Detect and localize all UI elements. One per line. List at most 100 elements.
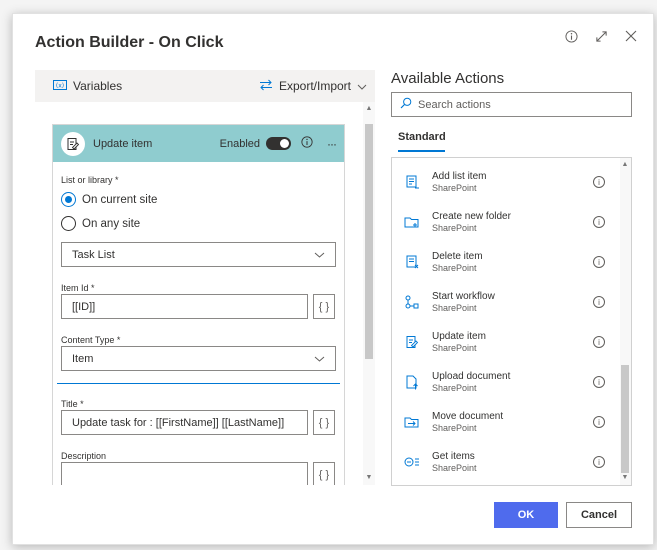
chevron-down-icon (314, 353, 325, 365)
expand-icon[interactable] (593, 28, 609, 44)
available-actions-title: Available Actions (391, 70, 505, 87)
content-type-label: Content Type * (61, 335, 121, 345)
radio-current-site-button[interactable] (61, 192, 76, 207)
variables-button[interactable]: (x) Variables (53, 79, 122, 93)
action-name: Create new folder (432, 211, 511, 222)
action-create-new-folder[interactable]: Create new folder SharePoint i (392, 202, 617, 242)
update-item-action-card: Update item Enabled ··· List or library … (52, 124, 345, 485)
action-update-item[interactable]: Update item SharePoint i (392, 322, 617, 362)
radio-current-site[interactable]: On current site (61, 192, 157, 207)
action-name: Delete item (432, 251, 483, 262)
search-actions-placeholder: Search actions (418, 98, 491, 111)
svg-text:(x): (x) (56, 83, 64, 90)
action-info-icon[interactable]: i (593, 336, 605, 348)
dialog-title: Action Builder - On Click (35, 34, 224, 51)
action-source: SharePoint (432, 463, 477, 473)
radio-any-site-label: On any site (82, 217, 141, 230)
update-item-icon (392, 335, 432, 349)
more-options-icon[interactable]: ··· (327, 137, 337, 151)
action-source: SharePoint (432, 223, 477, 233)
move-document-icon (392, 416, 432, 429)
action-builder-dialog: Action Builder - On Click (x) Variables … (12, 13, 654, 545)
actions-list: ▲ ▼ Add list item SharePoint i Create new… (391, 157, 632, 486)
description-insert-reference-button[interactable]: { } (313, 462, 335, 485)
radio-current-site-label: On current site (82, 193, 158, 206)
section-divider (57, 383, 340, 384)
action-upload-document[interactable]: Upload document SharePoint i (392, 362, 617, 402)
scroll-up-arrow-icon[interactable]: ▲ (365, 105, 373, 113)
content-type-dropdown[interactable]: Item (61, 346, 336, 371)
title-insert-reference-button[interactable]: { } (313, 410, 335, 435)
variables-icon: (x) (53, 79, 67, 93)
item-id-insert-reference-button[interactable]: { } (313, 294, 335, 319)
title-input[interactable]: Update task for : [[FirstName]] [[LastNa… (61, 410, 308, 435)
list-library-label: List or library * (61, 175, 119, 185)
action-move-document[interactable]: Move document SharePoint i (392, 402, 617, 442)
cancel-button[interactable]: Cancel (566, 502, 632, 528)
content-type-value: Item (72, 352, 94, 365)
action-source: SharePoint (432, 263, 477, 273)
canvas-scrollbar[interactable]: ▲ ▼ (363, 102, 375, 485)
scroll-up-arrow-icon[interactable]: ▲ (621, 161, 629, 169)
list-dropdown[interactable]: Task List (61, 242, 336, 267)
enabled-label: Enabled (219, 137, 260, 150)
export-import-button[interactable]: Export/Import (259, 79, 367, 94)
delete-item-icon (392, 255, 432, 269)
action-add-list-item[interactable]: Add list item SharePoint i (392, 162, 617, 202)
swap-arrows-icon (259, 79, 273, 94)
action-start-workflow[interactable]: Start workflow SharePoint i (392, 282, 617, 322)
action-info-icon[interactable]: i (593, 216, 605, 228)
radio-any-site-button[interactable] (61, 216, 76, 231)
description-label: Description (61, 451, 107, 461)
chevron-down-icon (357, 79, 367, 93)
chevron-down-icon (314, 249, 325, 261)
dialog-window-controls (563, 28, 639, 44)
actions-scrollbar[interactable]: ▲ ▼ (620, 158, 631, 485)
scroll-down-arrow-icon[interactable]: ▼ (621, 474, 629, 482)
get-items-icon (392, 456, 432, 468)
item-id-input[interactable]: [[ID]] (61, 294, 308, 319)
action-source: SharePoint (432, 343, 477, 353)
close-icon[interactable] (623, 28, 639, 44)
upload-document-icon (392, 375, 432, 390)
actions-scroll-thumb[interactable] (621, 365, 629, 473)
action-get-items[interactable]: Get items SharePoint i (392, 442, 617, 482)
create-folder-icon (392, 216, 432, 229)
canvas-scroll-thumb[interactable] (365, 124, 373, 359)
action-info-icon[interactable]: i (593, 256, 605, 268)
card-header[interactable]: Update item Enabled ··· (53, 125, 344, 162)
action-info-icon[interactable]: i (593, 376, 605, 388)
tab-standard[interactable]: Standard (398, 131, 446, 143)
workflow-icon (392, 295, 432, 309)
action-name: Get items (432, 451, 475, 462)
action-source: SharePoint (432, 183, 477, 193)
variables-label: Variables (73, 79, 123, 93)
action-delete-item[interactable]: Delete item SharePoint i (392, 242, 617, 282)
action-source: SharePoint (432, 303, 477, 313)
list-dropdown-value: Task List (72, 248, 115, 261)
radio-any-site[interactable]: On any site (61, 216, 140, 231)
action-info-icon[interactable]: i (593, 296, 605, 308)
action-name: Start workflow (432, 291, 495, 302)
enabled-toggle[interactable] (266, 137, 291, 150)
action-name: Update item (432, 331, 486, 342)
action-info-icon[interactable]: i (593, 456, 605, 468)
export-import-label: Export/Import (278, 79, 351, 93)
action-info-icon[interactable]: i (593, 176, 605, 188)
builder-canvas: ▲ ▼ Update item Enabled ··· List or libr… (35, 102, 375, 485)
title-field-label: Title * (61, 399, 84, 409)
action-name: Add list item (432, 171, 487, 182)
builder-toolbar: (x) Variables Export/Import (35, 70, 375, 102)
search-actions-input[interactable]: Search actions (391, 92, 632, 117)
action-info-icon[interactable]: i (593, 416, 605, 428)
info-icon[interactable] (563, 28, 579, 44)
action-name: Move document (432, 411, 504, 422)
description-input[interactable] (61, 462, 308, 485)
search-icon (400, 97, 412, 112)
ok-button[interactable]: OK (494, 502, 558, 528)
tab-standard-underline (398, 150, 445, 152)
card-info-icon[interactable] (301, 136, 313, 151)
title-input-value: Update task for : [[FirstName]] [[LastNa… (72, 416, 285, 429)
scroll-down-arrow-icon[interactable]: ▼ (365, 474, 373, 482)
action-source: SharePoint (432, 383, 477, 393)
